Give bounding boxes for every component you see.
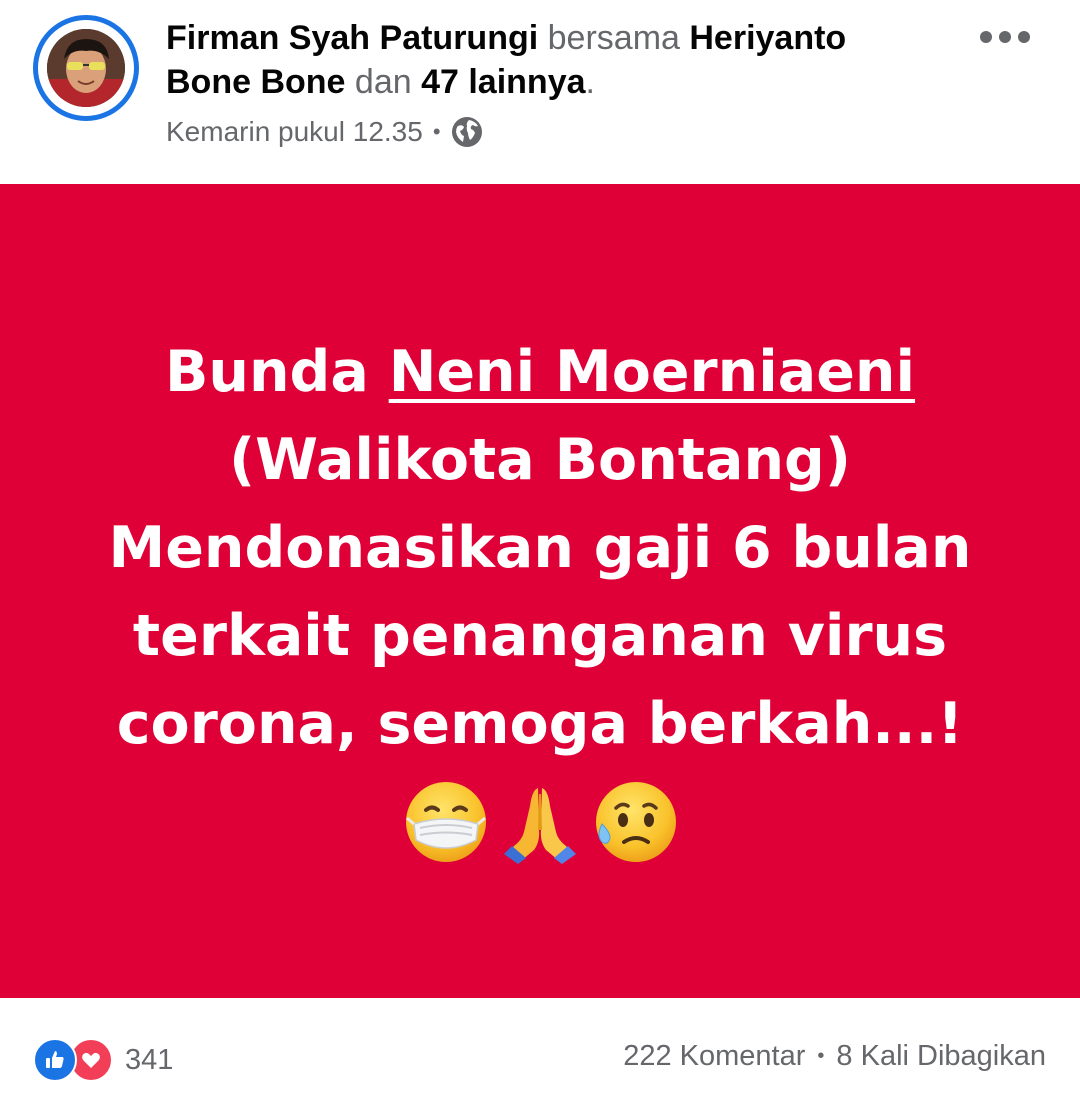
engagement-stats: 222 Komentar • 8 Kali Dibagikan <box>623 1040 1046 1073</box>
avatar-photo <box>47 29 125 107</box>
more-options-icon[interactable] <box>980 22 1030 52</box>
with-word: bersama <box>547 19 680 57</box>
post-header: Firman Syah Paturungi bersama Heriyanto … <box>0 0 1080 184</box>
sad-relieved-emoji-icon <box>596 782 676 862</box>
folded-hands-emoji-icon <box>504 788 576 864</box>
statement-line-2: (Walikota Bontang) <box>229 427 851 493</box>
statement-line-1: Bunda Neni Moerniaeni <box>40 328 1040 416</box>
statement-line-5: corona, semoga berkah...! <box>116 691 964 757</box>
meta-separator: • <box>432 119 441 144</box>
shares-link[interactable]: 8 Kali Dibagikan <box>836 1040 1046 1073</box>
statement-prefix: Bunda <box>164 339 369 405</box>
others-link[interactable]: 47 lainnya <box>421 63 585 101</box>
statement-line-3: Mendonasikan gaji 6 bulan <box>108 515 972 581</box>
text-post-background: Bunda Neni Moerniaeni (Walikota Bontang)… <box>0 184 1080 998</box>
statement-line-4: terkait penanganan virus <box>132 603 948 669</box>
reactions-summary[interactable]: 341 <box>33 1038 173 1082</box>
emoji-row <box>0 780 1080 864</box>
menu-dot <box>1018 31 1030 43</box>
reaction-count: 341 <box>125 1043 174 1076</box>
stats-separator: • <box>817 1045 825 1067</box>
post-timestamp[interactable]: Kemarin pukul 12.35 <box>166 112 423 152</box>
post-footer: 341 222 Komentar • 8 Kali Dibagikan <box>0 998 1080 1114</box>
author-avatar[interactable] <box>33 15 139 121</box>
mention-link[interactable]: Neni Moerniaeni <box>389 339 915 405</box>
and-word: dan <box>354 63 412 101</box>
facebook-post: Firman Syah Paturungi bersama Heriyanto … <box>0 0 1080 1114</box>
globe-icon <box>451 116 483 148</box>
like-icon <box>33 1038 77 1082</box>
medical-mask-emoji-icon <box>406 782 486 862</box>
author-name[interactable]: Firman Syah Paturungi <box>166 19 538 57</box>
post-meta: Kemarin pukul 12.35 • <box>166 112 483 152</box>
menu-dot <box>980 31 992 43</box>
attribution-period: . <box>585 63 595 101</box>
comments-link[interactable]: 222 Komentar <box>623 1040 805 1073</box>
menu-dot <box>999 31 1011 43</box>
post-attribution: Firman Syah Paturungi bersama Heriyanto … <box>166 16 926 104</box>
post-statement: Bunda Neni Moerniaeni (Walikota Bontang)… <box>40 328 1040 768</box>
